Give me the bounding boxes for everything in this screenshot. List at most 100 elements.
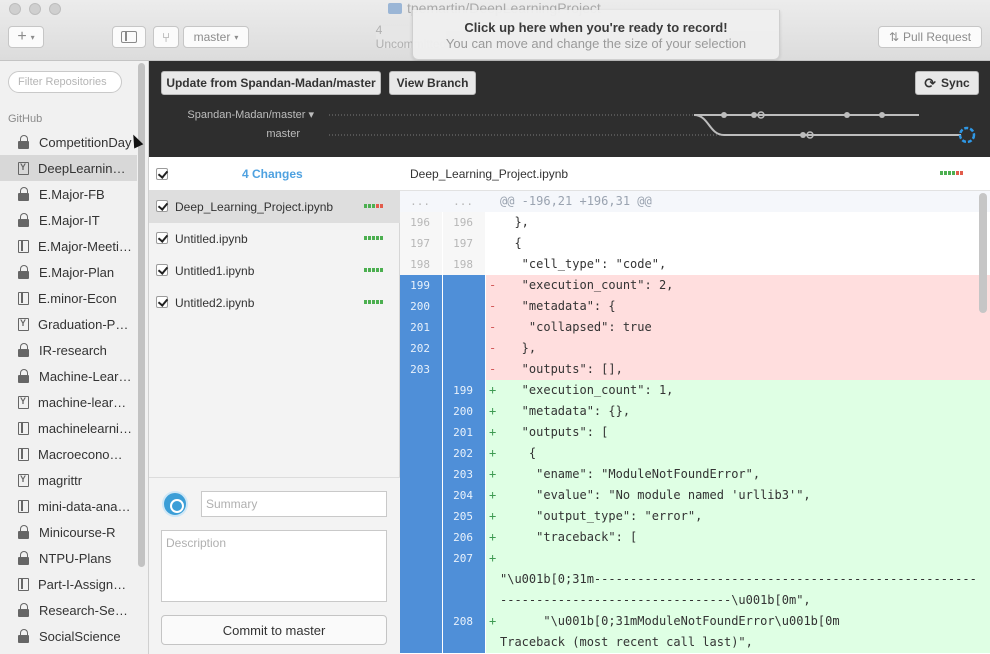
- diff-scrollbar[interactable]: [979, 193, 987, 313]
- sidebar-item-repo[interactable]: Machine-Learning: [0, 363, 137, 389]
- pull-request-button[interactable]: ⇅ Pull Request: [878, 26, 982, 48]
- stat-pixel: [368, 268, 371, 272]
- old-line-number: 197: [400, 233, 442, 254]
- new-line-number: 205: [443, 506, 485, 527]
- diff-line-del[interactable]: 202 - },: [400, 338, 990, 359]
- merge-commit-icon[interactable]: [751, 112, 757, 118]
- diff-line-add[interactable]: 203 + "ename": "ModuleNotFoundError",: [400, 464, 990, 485]
- diff-line-add[interactable]: 199 + "execution_count": 1,: [400, 380, 990, 401]
- diff-sign: +: [489, 467, 497, 481]
- commit-dot[interactable]: [721, 112, 727, 118]
- diff-line-add[interactable]: 206 + "traceback": [: [400, 527, 990, 548]
- recording-overlay[interactable]: Click up here when you're ready to recor…: [412, 10, 780, 60]
- diff-line-add[interactable]: 200 + "metadata": {},: [400, 401, 990, 422]
- new-line-number: [443, 317, 485, 338]
- sidebar-item-repo[interactable]: IR-research: [0, 337, 137, 363]
- sidebar-item-repo[interactable]: machinelearning: [0, 415, 137, 441]
- sidebar-item-repo[interactable]: Part-I-Assignment: [0, 571, 137, 597]
- sidebar-item-repo[interactable]: NTPU-Plans: [0, 545, 137, 571]
- new-line-number: 203: [443, 464, 485, 485]
- sidebar-item-repo[interactable]: E.Major-FB: [0, 181, 137, 207]
- file-include-checkbox[interactable]: [156, 296, 168, 308]
- commit-button[interactable]: Commit to master: [161, 615, 387, 645]
- merge-commit-icon[interactable]: [800, 132, 806, 138]
- commit-dot[interactable]: [844, 112, 850, 118]
- sidebar-item-repo[interactable]: E.minor-Econ: [0, 285, 137, 311]
- diff-line-del[interactable]: 200 - "metadata": {: [400, 296, 990, 317]
- sidebar-item-repo[interactable]: E.Major-Meetings: [0, 233, 137, 259]
- diff-line-ctx[interactable]: 198 198 "cell_type": "code",: [400, 254, 990, 275]
- diff-line-add[interactable]: 205 + "output_type": "error",: [400, 506, 990, 527]
- commit-dot[interactable]: [879, 112, 885, 118]
- sidebar-item-repo[interactable]: mini-data-analysis: [0, 493, 137, 519]
- stat-pixel: [940, 171, 943, 175]
- diff-line-del[interactable]: 203 - "outputs": [],: [400, 359, 990, 380]
- diff-line-del[interactable]: 199 - "execution_count": 2,: [400, 275, 990, 296]
- diff-sign: -: [489, 278, 497, 292]
- changed-file-row[interactable]: Untitled2.ipynb: [149, 287, 400, 319]
- branch-select[interactable]: master ▾: [183, 26, 249, 48]
- changed-file-row[interactable]: Deep_Learning_Project.ipynb: [149, 191, 400, 223]
- select-all-checkbox[interactable]: [156, 168, 168, 180]
- diff-line-ctx[interactable]: 196 196 },: [400, 212, 990, 233]
- repo-name: Minicourse-R: [39, 524, 116, 540]
- stat-pixel: [380, 268, 383, 272]
- sidebar-item-repo[interactable]: Graduation-Project: [0, 311, 137, 337]
- sidebar-item-repo[interactable]: SocialScience: [0, 623, 137, 649]
- filter-repositories-input[interactable]: Filter Repositories: [8, 71, 122, 93]
- branch-graph[interactable]: [149, 101, 990, 157]
- diff-sign: +: [489, 446, 497, 460]
- branch-button[interactable]: ⑂: [153, 26, 179, 48]
- sidebar-item-repo[interactable]: DeepLearningProject: [0, 155, 137, 181]
- sync-button[interactable]: ⟳ Sync: [915, 71, 979, 95]
- recording-overlay-title: Click up here when you're ready to recor…: [464, 20, 728, 35]
- code-text: "traceback": [: [500, 530, 638, 544]
- file-include-checkbox[interactable]: [156, 264, 168, 276]
- view-branch-button[interactable]: View Branch: [389, 71, 476, 95]
- stat-pixel: [380, 204, 383, 208]
- changed-file-row[interactable]: Untitled.ipynb: [149, 223, 400, 255]
- diff-line-add[interactable]: 202 + {: [400, 443, 990, 464]
- repo-name: mini-data-analysis: [38, 498, 132, 514]
- repo-name: Research-Seminar: [39, 602, 133, 618]
- changed-file-row[interactable]: Untitled1.ipynb: [149, 255, 400, 287]
- old-line-number: 200: [400, 296, 442, 317]
- toggle-sidebar-button[interactable]: [112, 26, 146, 48]
- diff-line-add[interactable]: 204 + "evalue": "No module named 'urllib3…: [400, 485, 990, 506]
- sidebar-item-repo[interactable]: machine-learning: [0, 389, 137, 415]
- sidebar-item-repo[interactable]: Macroeconomics: [0, 441, 137, 467]
- sidebar-item-repo[interactable]: Minicourse-R: [0, 519, 137, 545]
- sidebar-item-repo[interactable]: Research-Seminar: [0, 597, 137, 623]
- minimize-window-button[interactable]: [29, 3, 41, 15]
- new-line-number: 202: [443, 443, 485, 464]
- update-from-upstream-button[interactable]: Update from Spandan-Madan/master: [161, 71, 381, 95]
- diff-sign: +: [489, 551, 497, 565]
- file-include-checkbox[interactable]: [156, 200, 168, 212]
- diff-line-add[interactable]: 201 + "outputs": [: [400, 422, 990, 443]
- diff-line-add[interactable]: 208 + "\u001b[0;31mModuleNotFoundError\u0…: [400, 611, 990, 653]
- sidebar-item-repo[interactable]: E.Major-IT: [0, 207, 137, 233]
- sidebar-item-repo[interactable]: CompetitionDay: [0, 129, 137, 155]
- stat-pixel: [368, 204, 371, 208]
- diff-line-del[interactable]: 201 - "collapsed": true: [400, 317, 990, 338]
- old-line-number: [400, 464, 442, 485]
- diff-panel: Deep_Learning_Project.ipynb ...... @@ -19…: [400, 157, 990, 654]
- stat-pixel: [376, 236, 379, 240]
- file-include-checkbox[interactable]: [156, 232, 168, 244]
- stat-pixel: [368, 236, 371, 240]
- diff-line-add[interactable]: 207 + "\u001b[0;31m----------------------…: [400, 548, 990, 611]
- sidebar-item-repo[interactable]: magrittr: [0, 467, 137, 493]
- zoom-window-button[interactable]: [49, 3, 61, 15]
- sidebar-item-repo[interactable]: E.Major-Plan: [0, 259, 137, 285]
- summary-input[interactable]: Summary: [201, 491, 387, 517]
- new-line-number: 200: [443, 401, 485, 422]
- add-repository-button[interactable]: + ▾: [8, 26, 44, 48]
- code-text: "metadata": {},: [500, 404, 631, 418]
- repo-name: machinelearning: [38, 420, 132, 436]
- diff-line-ctx[interactable]: 197 197 {: [400, 233, 990, 254]
- diff-filename: Deep_Learning_Project.ipynb: [410, 167, 569, 181]
- close-window-button[interactable]: [9, 3, 21, 15]
- description-input[interactable]: Description: [161, 530, 387, 602]
- diff-line-hunk[interactable]: ...... @@ -196,21 +196,31 @@: [400, 191, 990, 212]
- uncommitted-changes-icon[interactable]: [958, 126, 976, 144]
